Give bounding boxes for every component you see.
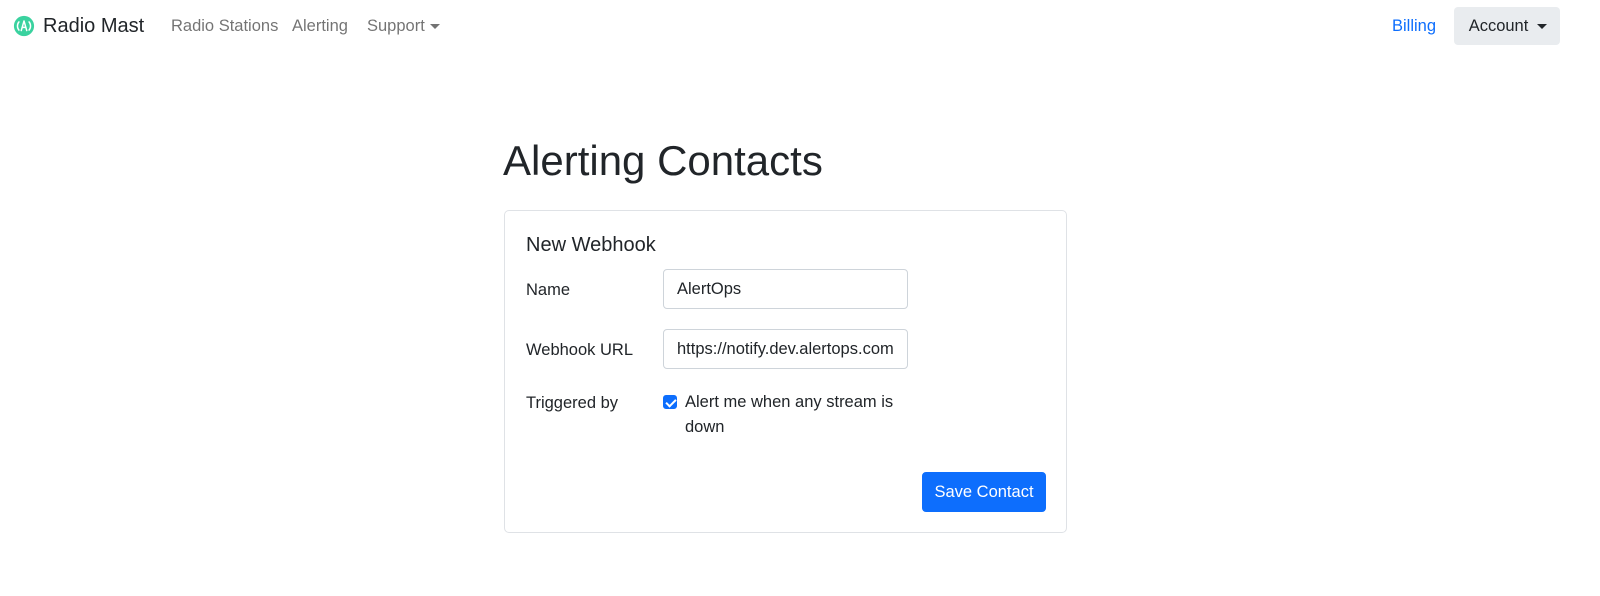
account-dropdown-button[interactable]: Account	[1454, 7, 1560, 45]
page-title: Alerting Contacts	[503, 137, 823, 184]
nav-billing[interactable]: Billing	[1392, 15, 1436, 37]
name-label: Name	[526, 281, 571, 299]
stream-down-checkbox[interactable]	[663, 395, 677, 409]
nav-support-dropdown[interactable]: Support	[367, 15, 440, 37]
brand-name: Radio Mast	[43, 15, 145, 37]
account-label: Account	[1468, 16, 1529, 35]
chevron-down-icon	[1537, 24, 1548, 29]
triggered-by-label: Triggered by	[526, 394, 619, 412]
new-webhook-card: New Webhook Name Webhook URL Triggered b…	[504, 210, 1067, 533]
webhook-url-input[interactable]	[663, 329, 908, 369]
radio-mast-logo-icon	[13, 15, 35, 37]
brand-link[interactable]: Radio Mast	[13, 13, 144, 39]
stream-down-option: Alert me when any stream is down	[663, 392, 908, 440]
webhook-url-label: Webhook URL	[526, 341, 634, 359]
stream-down-checkbox-label[interactable]: Alert me when any stream is down	[685, 390, 908, 440]
save-contact-button[interactable]: Save Contact	[922, 472, 1046, 512]
name-input[interactable]	[663, 269, 908, 309]
card-title: New Webhook	[526, 234, 656, 256]
nav-radio-stations[interactable]: Radio Stations	[171, 15, 278, 37]
top-navbar: Radio Mast Radio Stations Alerting Suppo…	[0, 0, 1600, 54]
nav-support-label: Support	[367, 17, 425, 35]
chevron-down-icon	[429, 24, 440, 29]
nav-alerting[interactable]: Alerting	[292, 15, 348, 37]
